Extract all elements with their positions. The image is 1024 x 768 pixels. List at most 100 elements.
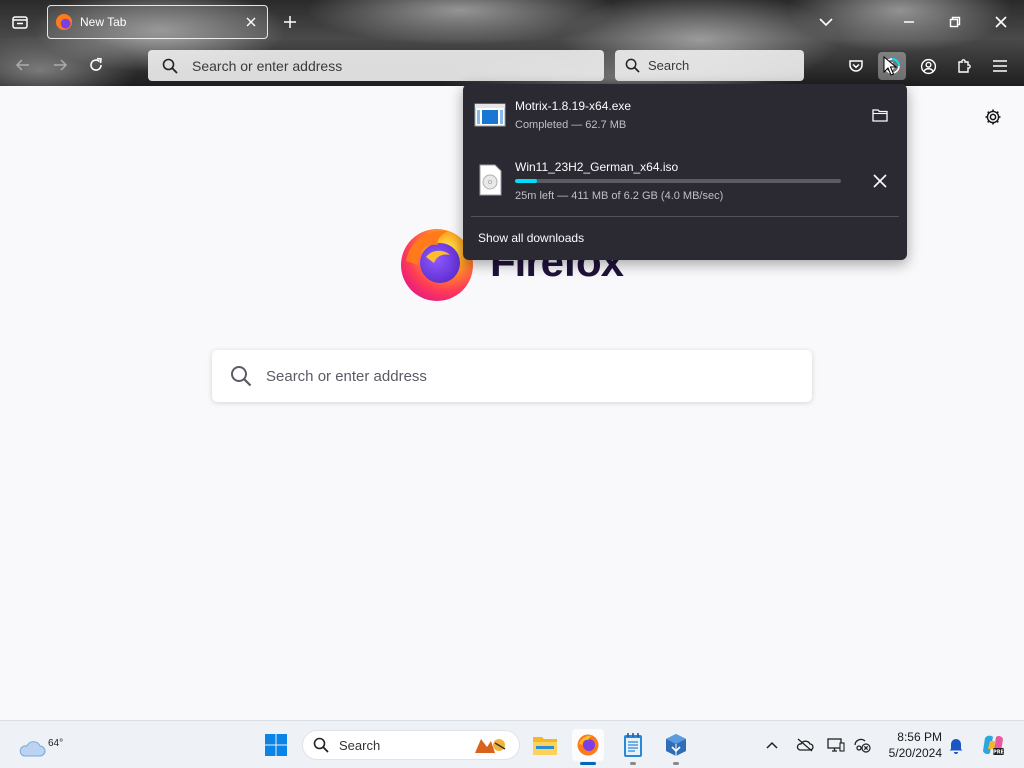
weather-temperature: 64° xyxy=(48,738,64,749)
network-tray-icon[interactable] xyxy=(852,735,872,755)
folder-icon xyxy=(872,109,888,122)
taskbar-clock[interactable]: 8:56 PM 5/20/2024 xyxy=(880,729,942,761)
running-app-indicator xyxy=(630,762,636,765)
close-icon xyxy=(873,174,887,188)
clock-date: 5/20/2024 xyxy=(888,746,942,760)
account-icon xyxy=(920,58,936,74)
exe-file-icon xyxy=(474,103,506,127)
copilot-button[interactable]: PRE xyxy=(981,733,1005,757)
onedrive-tray-icon[interactable] xyxy=(795,735,815,755)
gear-icon xyxy=(985,109,1001,125)
hamburger-menu-icon xyxy=(993,60,1007,72)
firefox-icon xyxy=(577,734,599,756)
taskbar-file-explorer[interactable] xyxy=(529,729,561,761)
minimize-button[interactable] xyxy=(899,12,919,32)
search-bar-placeholder: Search xyxy=(648,58,690,73)
download-filename: Motrix-1.8.19-x64.exe xyxy=(515,99,632,113)
newtab-search-box[interactable]: Search or enter address xyxy=(212,350,812,402)
folder-icon xyxy=(533,737,557,755)
search-icon xyxy=(625,58,640,73)
taskbar-search[interactable]: Search xyxy=(302,730,520,760)
extensions-button[interactable] xyxy=(950,52,978,80)
plus-icon xyxy=(284,16,296,28)
download-item[interactable]: Motrix-1.8.19-x64.exe Completed — 62.7 M… xyxy=(463,86,907,144)
puzzle-icon xyxy=(958,59,971,73)
virtualbox-icon xyxy=(666,734,686,756)
monitor-icon xyxy=(827,738,845,752)
download-item[interactable]: Win11_23H2_German_x64.iso 25m left — 411… xyxy=(463,150,907,208)
back-button[interactable] xyxy=(12,54,34,76)
cloud-offline-icon xyxy=(796,738,814,752)
search-highlight-icon xyxy=(475,739,506,753)
url-bar[interactable]: Search or enter address xyxy=(148,50,604,81)
windows-logo-icon xyxy=(265,734,287,756)
active-app-indicator xyxy=(580,762,596,765)
download-progress-fill xyxy=(515,179,537,183)
bell-icon xyxy=(949,739,963,754)
close-tab-button[interactable] xyxy=(243,14,259,30)
forward-button[interactable] xyxy=(49,54,71,76)
search-bar[interactable]: Search xyxy=(615,50,804,81)
download-status: Completed — 62.7 MB xyxy=(515,119,627,131)
start-button[interactable] xyxy=(260,729,292,761)
pocket-icon xyxy=(849,60,863,72)
show-all-downloads-button[interactable]: Show all downloads xyxy=(478,231,584,245)
firefox-favicon-icon xyxy=(56,14,72,30)
cancel-download-button[interactable] xyxy=(867,168,893,194)
minimize-icon xyxy=(904,21,914,23)
download-filename: Win11_23H2_German_x64.iso xyxy=(515,160,679,174)
notifications-button[interactable] xyxy=(946,735,966,755)
download-status: 25m left — 411 MB of 6.2 GB (4.0 MB/sec) xyxy=(515,190,724,202)
newtab-search-placeholder: Search or enter address xyxy=(266,367,427,385)
download-progress-bar xyxy=(515,179,841,183)
taskbar-notepad[interactable] xyxy=(617,729,649,765)
weather-widget[interactable]: 64° xyxy=(16,729,63,761)
display-tray-icon[interactable] xyxy=(826,735,846,755)
chevron-up-icon xyxy=(766,741,778,749)
close-icon xyxy=(995,16,1007,28)
tab-new-tab[interactable]: New Tab xyxy=(47,5,268,39)
reload-button[interactable] xyxy=(85,54,107,76)
iso-file-icon xyxy=(479,164,502,196)
arrow-right-icon xyxy=(54,59,68,71)
copilot-icon: PRE xyxy=(983,735,1005,756)
restore-icon xyxy=(949,16,961,28)
show-hidden-icons-button[interactable] xyxy=(762,735,782,755)
cloud-weather-icon xyxy=(19,741,46,757)
taskbar-firefox[interactable] xyxy=(572,729,604,765)
reload-icon xyxy=(90,57,102,71)
tab-title: New Tab xyxy=(80,15,127,29)
search-icon xyxy=(313,737,329,753)
close-window-button[interactable] xyxy=(991,12,1011,32)
nav-bar: Search or enter address Search xyxy=(0,44,1024,86)
running-app-indicator xyxy=(673,762,679,765)
show-in-folder-button[interactable] xyxy=(867,102,893,128)
account-button[interactable] xyxy=(914,52,942,80)
windows-taskbar: 64° Search 8:56 PM 5/20/2024 PRE xyxy=(0,720,1024,768)
browser-chrome: New Tab Search or enter address Search xyxy=(0,0,1024,86)
arrow-left-icon xyxy=(15,59,29,71)
new-tab-button[interactable] xyxy=(280,12,300,32)
downloads-panel: Motrix-1.8.19-x64.exe Completed — 62.7 M… xyxy=(463,84,907,260)
search-icon xyxy=(162,58,178,74)
taskbar-search-label: Search xyxy=(339,737,381,753)
mouse-cursor-icon xyxy=(883,56,897,76)
svg-text:PRE: PRE xyxy=(993,750,1005,756)
app-menu-button[interactable] xyxy=(986,52,1014,80)
url-bar-placeholder: Search or enter address xyxy=(192,57,343,74)
tab-list-icon xyxy=(12,16,28,29)
pocket-button[interactable] xyxy=(842,52,870,80)
panel-divider xyxy=(471,216,899,217)
tab-overflow-button[interactable] xyxy=(816,12,836,32)
network-disconnected-icon xyxy=(854,738,871,753)
list-all-tabs-button[interactable] xyxy=(8,10,32,34)
restore-button[interactable] xyxy=(945,12,965,32)
close-icon xyxy=(246,17,256,27)
search-icon xyxy=(231,366,252,387)
newtab-settings-button[interactable] xyxy=(982,106,1004,128)
notepad-icon xyxy=(624,733,642,757)
clock-time: 8:56 PM xyxy=(897,730,942,744)
taskbar-virtualbox[interactable] xyxy=(660,729,692,765)
tab-bar: New Tab xyxy=(0,0,1024,44)
chevron-down-icon xyxy=(819,18,833,27)
